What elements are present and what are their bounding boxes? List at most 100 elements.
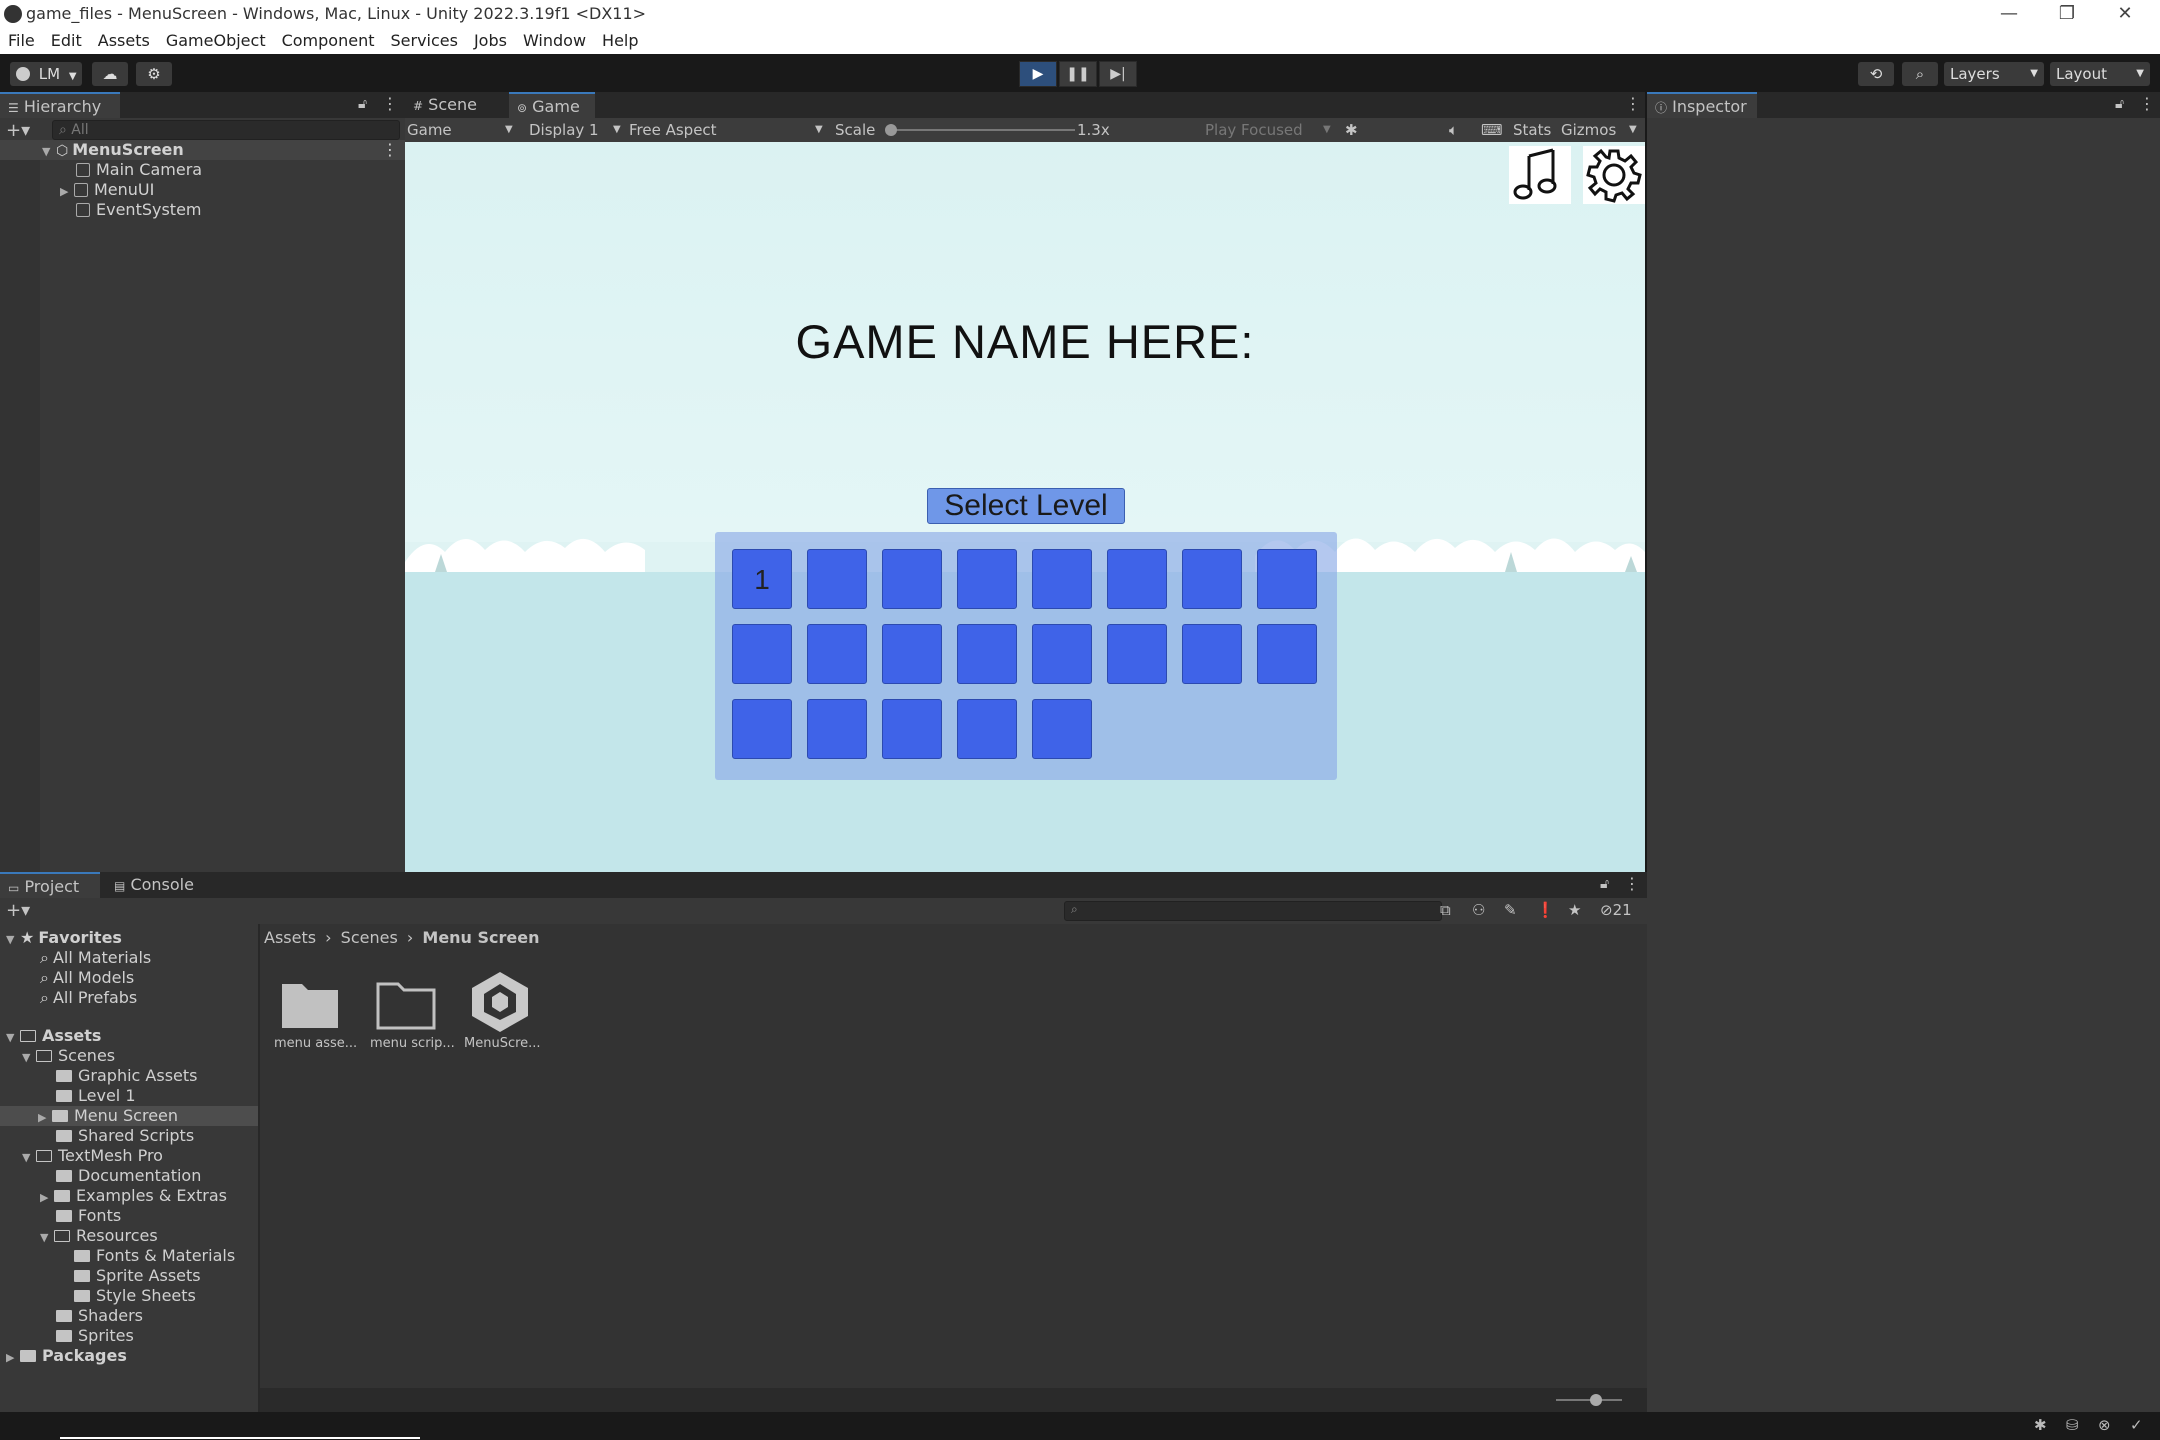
step-button[interactable]: ▶|: [1099, 61, 1137, 87]
menu-help[interactable]: Help: [594, 28, 646, 50]
lock-icon[interactable]: 🔓︎: [2115, 96, 2124, 112]
menu-jobs[interactable]: Jobs: [466, 28, 515, 50]
more-options-icon[interactable]: ⋮: [1625, 94, 1641, 113]
tab-console[interactable]: ▤ Console: [106, 872, 206, 898]
breadcrumb-menu-screen[interactable]: Menu Screen: [422, 928, 539, 947]
packages-row[interactable]: ▶ Packages: [6, 1346, 127, 1366]
menu-edit[interactable]: Edit: [43, 28, 90, 50]
chevron-right-icon[interactable]: ▶: [60, 182, 74, 202]
level-button[interactable]: [1107, 624, 1167, 684]
star-icon[interactable]: ★: [1568, 901, 1581, 919]
icon-size-slider-track[interactable]: [1556, 1399, 1622, 1401]
tree-graphic-assets[interactable]: Graphic Assets: [56, 1066, 197, 1086]
level-button[interactable]: [1257, 549, 1317, 609]
tree-scenes[interactable]: ▼ Scenes: [22, 1046, 115, 1066]
select-level-button[interactable]: Select Level: [927, 488, 1125, 524]
play-button[interactable]: ▶: [1019, 61, 1057, 87]
level-button[interactable]: [882, 549, 942, 609]
cache-server-icon[interactable]: ⛁: [2066, 1416, 2079, 1434]
create-asset-button[interactable]: +▾: [6, 900, 30, 921]
level-button[interactable]: [1032, 699, 1092, 759]
tree-resources[interactable]: ▼ Resources: [40, 1226, 158, 1246]
tree-fonts-materials[interactable]: Fonts & Materials: [74, 1246, 235, 1266]
menu-component[interactable]: Component: [274, 28, 383, 50]
scene-root-row[interactable]: ▼ ⬡ MenuScreen ⋮: [0, 140, 405, 160]
close-window-button[interactable]: ✕: [2096, 0, 2154, 28]
more-options-icon[interactable]: ⋮: [382, 94, 398, 113]
minimize-button[interactable]: —: [1980, 0, 2038, 28]
search-button[interactable]: ⌕: [1902, 62, 1938, 86]
more-options-icon[interactable]: ⋮: [382, 140, 398, 160]
hierarchy-search-input[interactable]: ⌕ All: [52, 120, 400, 140]
tree-style-sheets[interactable]: Style Sheets: [74, 1286, 196, 1306]
menu-gameobject[interactable]: GameObject: [158, 28, 274, 50]
lock-icon[interactable]: 🔓︎: [358, 96, 367, 112]
assets-row[interactable]: ▼ Assets: [6, 1026, 101, 1046]
hierarchy-item-eventsystem[interactable]: EventSystem: [0, 200, 405, 220]
hierarchy-item-main-camera[interactable]: Main Camera: [0, 160, 405, 180]
breadcrumb-scenes[interactable]: Scenes: [341, 928, 398, 947]
layout-dropdown[interactable]: Layout ▼: [2050, 62, 2150, 86]
collab-button[interactable]: ⚙: [136, 62, 172, 86]
gizmos-button[interactable]: Gizmos: [1561, 118, 1616, 142]
tree-sprites[interactable]: Sprites: [56, 1326, 134, 1346]
play-focused-dropdown[interactable]: Play Focused ▼: [1205, 118, 1335, 142]
stats-button[interactable]: Stats: [1513, 118, 1551, 142]
pause-button[interactable]: ❚❚: [1059, 61, 1097, 87]
level-button[interactable]: [1257, 624, 1317, 684]
level-button[interactable]: [807, 624, 867, 684]
tree-shaders[interactable]: Shaders: [56, 1306, 143, 1326]
warning-icon[interactable]: ❗: [1536, 901, 1555, 919]
menu-assets[interactable]: Assets: [90, 28, 158, 50]
game-mode-dropdown[interactable]: Game ▼: [407, 118, 519, 142]
tab-scene[interactable]: # Scene: [405, 92, 485, 118]
tree-examples-extras[interactable]: ▶ Examples & Extras: [40, 1186, 227, 1206]
breadcrumb-assets[interactable]: Assets: [264, 928, 316, 947]
asset-folder-menu-assets[interactable]: menu asse...: [274, 974, 357, 1064]
favorite-all-models[interactable]: ⌕ All Models: [40, 968, 134, 988]
level-button[interactable]: [807, 549, 867, 609]
level-button[interactable]: [1182, 549, 1242, 609]
account-dropdown[interactable]: LM ▼: [10, 62, 82, 86]
scale-slider-track[interactable]: [889, 129, 1075, 131]
tab-hierarchy[interactable]: ☰ Hierarchy: [0, 92, 120, 118]
cloud-button[interactable]: ☁: [92, 62, 128, 86]
tab-game[interactable]: ⊚ Game: [509, 92, 595, 118]
more-options-icon[interactable]: ⋮: [1624, 874, 1640, 893]
tree-menu-screen[interactable]: ▶ Menu Screen: [0, 1106, 258, 1126]
level-button[interactable]: [732, 624, 792, 684]
menu-window[interactable]: Window: [515, 28, 594, 50]
settings-button[interactable]: [1583, 146, 1645, 204]
display-dropdown[interactable]: Display 1 ▼: [529, 118, 625, 142]
search-by-type-icon[interactable]: ⧉: [1440, 901, 1451, 919]
level-button[interactable]: [957, 549, 1017, 609]
chevron-down-icon[interactable]: ▼: [1629, 118, 1637, 142]
bug-icon[interactable]: ✱: [1345, 118, 1358, 142]
icon-size-slider-handle[interactable]: [1590, 1394, 1602, 1406]
level-button[interactable]: [882, 699, 942, 759]
lock-icon[interactable]: 🔓︎: [1600, 876, 1609, 892]
debug-icon[interactable]: ✱: [2034, 1416, 2047, 1434]
level-button-1[interactable]: 1: [732, 549, 792, 609]
level-button[interactable]: [957, 624, 1017, 684]
level-button[interactable]: [807, 699, 867, 759]
asset-scene-menuscreen[interactable]: MenuScre...: [464, 970, 541, 1064]
filter-by-label-icon[interactable]: ⚇: [1472, 901, 1485, 919]
favorite-all-prefabs[interactable]: ⌕ All Prefabs: [40, 988, 137, 1008]
layers-dropdown[interactable]: Layers ▼: [1944, 62, 2044, 86]
tree-textmesh-pro[interactable]: ▼ TextMesh Pro: [22, 1146, 163, 1166]
favorites-row[interactable]: ▼ ★ Favorites: [6, 928, 122, 948]
check-circle-icon[interactable]: ✓: [2130, 1416, 2143, 1434]
more-options-icon[interactable]: ⋮: [2139, 94, 2155, 113]
project-search-input[interactable]: ⌕: [1064, 901, 1442, 921]
scale-slider-handle[interactable]: [885, 124, 897, 136]
mute-audio-icon[interactable]: 🔈︎: [1449, 118, 1458, 142]
tree-fonts[interactable]: Fonts: [56, 1206, 121, 1226]
tab-project[interactable]: ▭ Project: [0, 872, 100, 898]
tree-level-1[interactable]: Level 1: [56, 1086, 136, 1106]
tree-shared-scripts[interactable]: Shared Scripts: [56, 1126, 194, 1146]
history-button[interactable]: ⟲: [1858, 62, 1894, 86]
level-button[interactable]: [1107, 549, 1167, 609]
level-button[interactable]: [1182, 624, 1242, 684]
tree-sprite-assets[interactable]: Sprite Assets: [74, 1266, 201, 1286]
